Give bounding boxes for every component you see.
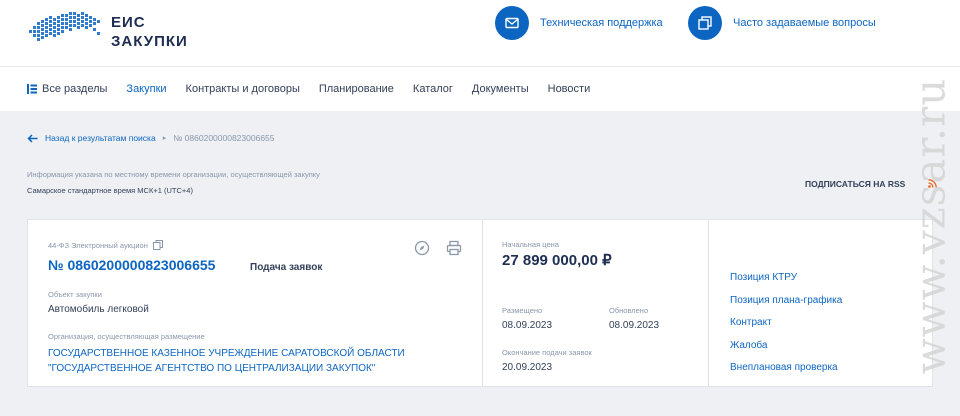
print-icon[interactable] (446, 240, 462, 256)
updated-label: Обновлено (609, 306, 649, 315)
watermark-text: www.vzsar.ru (905, 77, 955, 375)
breadcrumb-separator: ▸ (162, 135, 167, 142)
support-link[interactable]: Техническая поддержка (495, 6, 663, 40)
logo-text: ЕИС ЗАКУПКИ (111, 13, 188, 51)
faq-icon (688, 6, 722, 40)
column-divider (482, 220, 483, 386)
support-label: Техническая поддержка (540, 17, 663, 29)
breadcrumb: Назад к результатам поиска ▸ № 086020000… (27, 133, 275, 143)
object-label: Объект закупки (48, 290, 102, 299)
deadline-label: Окончание подачи заявок (502, 348, 592, 357)
law-type-label: 44-ФЗ Электронный аукцион (48, 240, 148, 250)
deadline-value: 20.09.2023 (502, 362, 553, 373)
logo-line-1: ЕИС (111, 14, 146, 31)
faq-link[interactable]: Часто задаваемые вопросы (688, 6, 876, 40)
updated-value: 08.09.2023 (609, 320, 660, 331)
watermark: www.vzsar.ru (905, 56, 955, 396)
link-contract[interactable]: Контракт (730, 317, 842, 340)
nav-purchases[interactable]: Закупки (126, 67, 166, 112)
purchase-number[interactable]: № 0860200000823006655 (48, 257, 215, 273)
price-value: 27 899 000,00 ₽ (502, 252, 612, 269)
nav-planning[interactable]: Планирование (319, 67, 394, 112)
logo-line-2: ЗАКУПКИ (111, 33, 188, 50)
timezone-note: Информация указана по местному времени о… (27, 170, 320, 179)
compass-icon[interactable] (414, 240, 430, 256)
copy-icon[interactable] (152, 240, 163, 250)
rss-subscribe-link[interactable]: ПОДПИСАТЬСЯ НА RSS (805, 179, 905, 189)
link-unscheduled-check[interactable]: Внеплановая проверка (730, 362, 842, 385)
faq-label: Часто задаваемые вопросы (733, 17, 876, 29)
eis-logo[interactable]: ЕИС ЗАКУПКИ (27, 8, 192, 51)
arrow-left-icon[interactable] (27, 133, 38, 143)
russia-map-icon (29, 12, 100, 41)
org-label: Организация, осуществляющая размещение (48, 332, 205, 341)
link-ktru-position[interactable]: Позиция КТРУ (730, 272, 842, 295)
link-complaint[interactable]: Жалоба (730, 340, 842, 363)
nav-all-sections-label: Все разделы (42, 83, 108, 95)
timezone-value: Самарское стандартное время МСК+1 (UTC+4… (27, 186, 193, 195)
org-line-2: "ГОСУДАРСТВЕННОЕ АГЕНТСТВО ПО ЦЕНТРАЛИЗА… (48, 363, 376, 374)
link-plan-schedule-position[interactable]: Позиция плана-графика (730, 295, 842, 318)
nav-documents[interactable]: Документы (472, 67, 529, 112)
sections-menu-icon (27, 84, 37, 94)
posted-value: 08.09.2023 (502, 320, 553, 331)
organization-link[interactable]: ГОСУДАРСТВЕННОЕ КАЗЕННОЕ УЧРЕЖДЕНИЕ САРА… (48, 346, 405, 376)
price-label: Начальная цена (502, 240, 559, 249)
nav-catalog[interactable]: Каталог (413, 67, 453, 112)
main-nav: Все разделы Закупки Контракты и договоры… (0, 66, 960, 111)
purchase-card: 44-ФЗ Электронный аукцион № 086020000082… (27, 219, 933, 387)
column-divider (708, 220, 709, 386)
purchase-stage: Подача заявок (250, 262, 323, 273)
top-header: ЕИС ЗАКУПКИ Техническая поддержка Часто … (0, 0, 960, 66)
back-to-results-link[interactable]: Назад к результатам поиска (45, 133, 156, 143)
object-value: Автомобиль легковой (48, 304, 149, 315)
related-links: Позиция КТРУ Позиция плана-графика Контр… (730, 272, 842, 385)
posted-label: Размещено (502, 306, 543, 315)
mail-icon (495, 6, 529, 40)
nav-contracts[interactable]: Контракты и договоры (186, 67, 300, 112)
nav-news[interactable]: Новости (548, 67, 591, 112)
nav-all-sections[interactable]: Все разделы (27, 67, 107, 112)
org-line-1: ГОСУДАРСТВЕННОЕ КАЗЕННОЕ УЧРЕЖДЕНИЕ САРА… (48, 348, 405, 359)
breadcrumb-current: № 0860200000823006655 (173, 133, 275, 143)
law-type: 44-ФЗ Электронный аукцион (48, 240, 163, 250)
